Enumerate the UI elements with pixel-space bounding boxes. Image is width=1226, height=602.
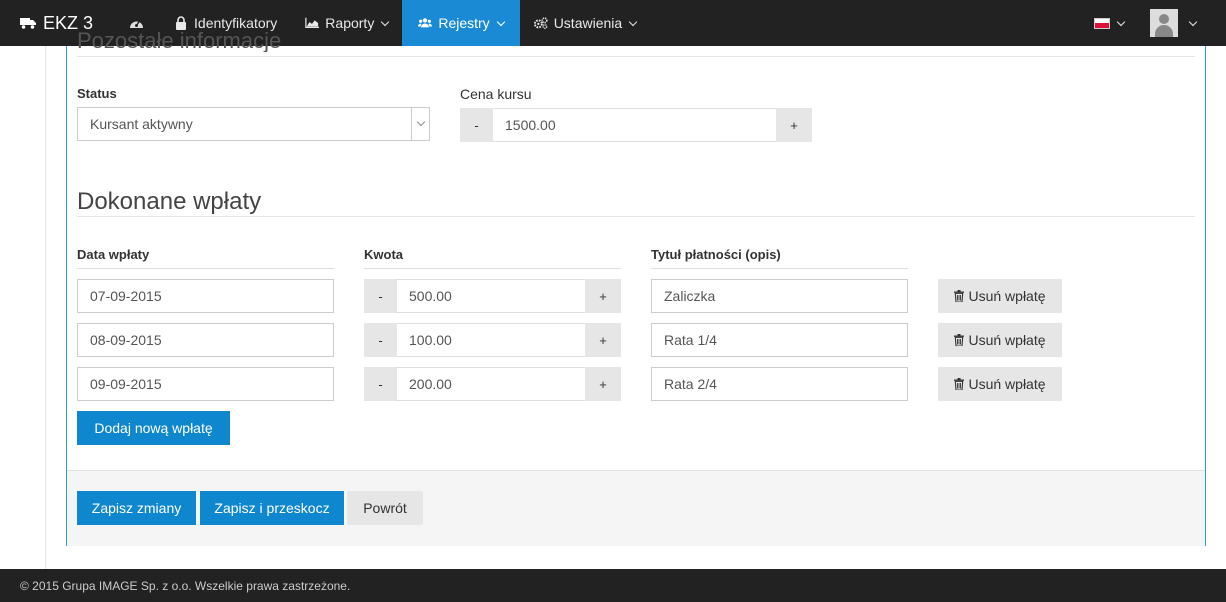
section-title-payments: Dokonane wpłaty <box>77 188 262 215</box>
status-label: Status <box>77 86 117 101</box>
poland-flag-icon <box>1094 17 1110 29</box>
payment-amount-stepper: - 100.00 + <box>364 323 621 357</box>
sidebar-divider <box>45 46 46 569</box>
column-header-description: Tytuł płatności (opis) <box>651 247 908 269</box>
nav-ustawienia-label: Ustawienia <box>553 15 623 31</box>
chevron-down-icon <box>1188 17 1198 26</box>
price-stepper: - 1500.00 + <box>460 108 812 142</box>
chevron-down-icon <box>381 17 390 26</box>
divider <box>77 216 1195 217</box>
truck-icon <box>20 18 36 29</box>
copyright-text: © 2015 Grupa IMAGE Sp. z o.o. Wszelkie p… <box>20 578 351 593</box>
nav-rejestry[interactable]: Rejestry <box>402 0 520 46</box>
payment-amount-input[interactable]: 200.00 <box>397 367 585 401</box>
payment-amount-input[interactable]: 100.00 <box>397 323 585 357</box>
trash-icon <box>954 334 965 346</box>
price-label: Cena kursu <box>460 86 532 102</box>
cogs-icon <box>533 17 548 29</box>
amount-decrement-button[interactable]: - <box>364 367 397 401</box>
nav-raporty-label: Raporty <box>325 15 375 31</box>
delete-payment-label: Usuń wpłatę <box>968 332 1046 348</box>
payment-amount-stepper: - 500.00 + <box>364 279 621 313</box>
payment-date-input[interactable]: 07-09-2015 <box>77 279 334 313</box>
delete-payment-label: Usuń wpłatę <box>968 288 1046 304</box>
amount-increment-button[interactable]: + <box>585 367 621 401</box>
trash-icon <box>954 378 965 390</box>
payment-description-input[interactable]: Zaliczka <box>651 279 908 313</box>
area-chart-icon <box>305 17 320 28</box>
payment-description-input[interactable]: Rata 2/4 <box>651 367 908 401</box>
add-payment-button[interactable]: Dodaj nową wpłatę <box>77 411 230 445</box>
language-dropdown[interactable] <box>1080 17 1138 29</box>
delete-payment-label: Usuń wpłatę <box>968 376 1046 392</box>
delete-payment-button[interactable]: Usuń wpłatę <box>938 367 1062 401</box>
chevron-down-icon <box>496 17 505 26</box>
save-and-skip-button[interactable]: Zapisz i przeskocz <box>200 491 344 525</box>
payment-amount-input[interactable]: 500.00 <box>397 279 585 313</box>
amount-decrement-button[interactable]: - <box>364 323 397 357</box>
users-icon <box>418 18 433 28</box>
chevron-down-icon <box>628 17 638 26</box>
amount-increment-button[interactable]: + <box>585 279 621 313</box>
nav-right <box>1080 0 1226 46</box>
trash-icon <box>954 290 965 302</box>
divider <box>77 56 1195 57</box>
price-increment-button[interactable]: + <box>776 108 812 142</box>
amount-decrement-button[interactable]: - <box>364 279 397 313</box>
price-input[interactable]: 1500.00 <box>493 108 776 142</box>
page-footer: © 2015 Grupa IMAGE Sp. z o.o. Wszelkie p… <box>0 569 1226 602</box>
chevron-down-icon <box>1116 17 1126 26</box>
section-title-other-info: Pozostałe informacje <box>77 28 282 52</box>
payment-date-input[interactable]: 09-09-2015 <box>77 367 334 401</box>
nav-raporty[interactable]: Raporty <box>291 0 402 46</box>
save-button[interactable]: Zapisz zmiany <box>77 491 196 525</box>
payment-amount-stepper: - 200.00 + <box>364 367 621 401</box>
nav-rejestry-label: Rejestry <box>438 15 490 31</box>
payment-description-input[interactable]: Rata 1/4 <box>651 323 908 357</box>
chevron-down-icon <box>411 108 429 140</box>
panel-footer: Zapisz zmiany Zapisz i przeskocz Powrót <box>67 470 1205 546</box>
status-select-value: Kursant aktywny <box>90 116 193 132</box>
delete-payment-button[interactable]: Usuń wpłatę <box>938 323 1062 357</box>
payment-date-input[interactable]: 08-09-2015 <box>77 323 334 357</box>
column-header-amount: Kwota <box>364 247 621 269</box>
status-select[interactable]: Kursant aktywny <box>77 107 430 141</box>
avatar <box>1150 9 1178 37</box>
user-dropdown[interactable] <box>1138 9 1226 37</box>
column-header-date: Data wpłaty <box>77 247 334 269</box>
back-button[interactable]: Powrót <box>347 491 423 525</box>
course-form-panel: Pozostałe informacje Status Kursant akty… <box>66 28 1206 546</box>
delete-payment-button[interactable]: Usuń wpłatę <box>938 279 1062 313</box>
amount-increment-button[interactable]: + <box>585 323 621 357</box>
nav-ustawienia[interactable]: Ustawienia <box>520 0 650 46</box>
price-decrement-button[interactable]: - <box>460 108 493 142</box>
